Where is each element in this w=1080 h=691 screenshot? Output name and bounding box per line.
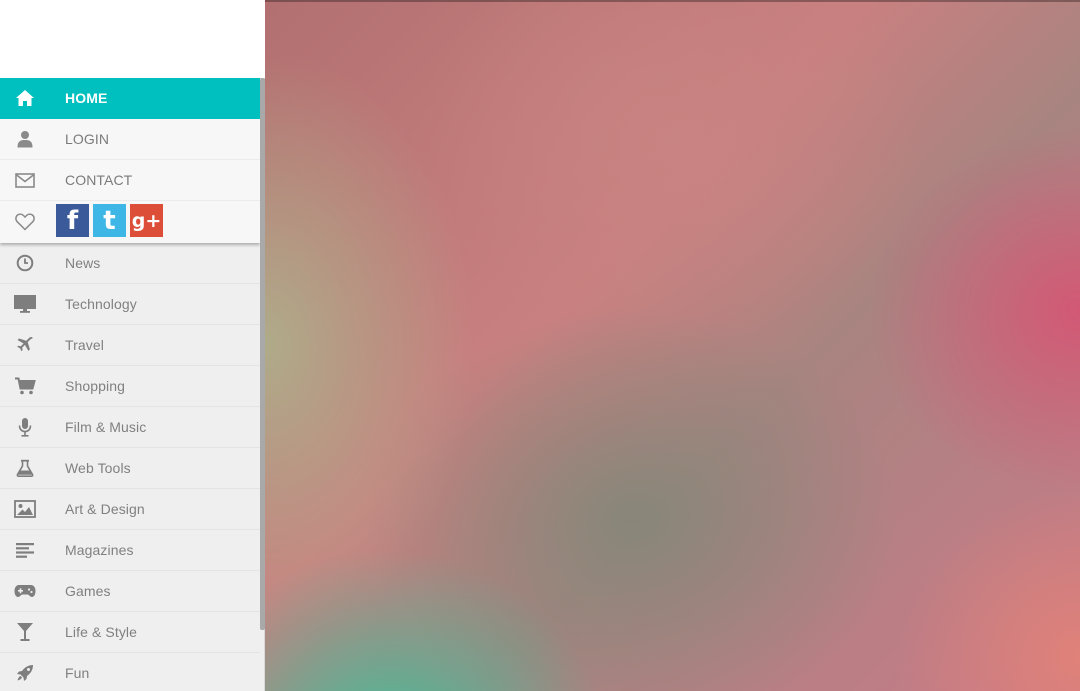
menu-item-contact[interactable]: CONTACT xyxy=(0,160,260,201)
social-links: f t g+ xyxy=(56,204,163,237)
menu-item-label: LOGIN xyxy=(65,131,110,147)
category-item-web-tools[interactable]: Web Tools xyxy=(0,448,260,489)
category-item-film-music[interactable]: Film & Music xyxy=(0,407,260,448)
category-item-magazines[interactable]: Magazines xyxy=(0,530,260,571)
sidebar: HOME LOGIN CONTACT f t g+ News Technolog… xyxy=(0,0,265,691)
category-menu: News Technology Travel Shopping Film & M… xyxy=(0,243,260,691)
heart-icon xyxy=(14,211,36,233)
microphone-icon xyxy=(14,416,36,438)
user-icon xyxy=(14,128,36,150)
category-label: Shopping xyxy=(65,378,125,394)
category-item-travel[interactable]: Travel xyxy=(0,325,260,366)
sidebar-scrollbar[interactable] xyxy=(260,78,265,630)
category-item-fun[interactable]: Fun xyxy=(0,653,260,691)
glass-icon xyxy=(14,621,36,643)
rocket-icon xyxy=(14,662,36,684)
googleplus-icon[interactable]: g+ xyxy=(130,204,163,237)
home-icon xyxy=(14,87,36,109)
menu-item-social: f t g+ xyxy=(0,201,260,242)
category-label: Film & Music xyxy=(65,419,147,435)
menu-item-login[interactable]: LOGIN xyxy=(0,119,260,160)
menu-item-label: CONTACT xyxy=(65,172,133,188)
category-item-technology[interactable]: Technology xyxy=(0,284,260,325)
category-item-news[interactable]: News xyxy=(0,243,260,284)
category-item-games[interactable]: Games xyxy=(0,571,260,612)
clock-icon xyxy=(14,252,36,274)
facebook-icon[interactable]: f xyxy=(56,204,89,237)
background-image xyxy=(265,0,1080,691)
align-left-icon xyxy=(14,539,36,561)
cart-icon xyxy=(14,375,36,397)
category-label: Life & Style xyxy=(65,624,138,640)
menu-item-home[interactable]: HOME xyxy=(0,78,260,119)
twitter-icon[interactable]: t xyxy=(93,204,126,237)
gamepad-icon xyxy=(14,580,36,602)
top-divider xyxy=(265,0,1080,2)
googleplus-glyph: g+ xyxy=(131,209,162,232)
category-item-art-design[interactable]: Art & Design xyxy=(0,489,260,530)
category-label: Fun xyxy=(65,665,90,681)
facebook-glyph: f xyxy=(66,205,79,236)
category-item-shopping[interactable]: Shopping xyxy=(0,366,260,407)
category-label: Travel xyxy=(65,337,104,353)
flask-icon xyxy=(14,457,36,479)
sidebar-header xyxy=(0,0,265,78)
category-label: Web Tools xyxy=(65,460,131,476)
category-label: Technology xyxy=(65,296,137,312)
envelope-icon xyxy=(14,169,36,191)
airplane-icon xyxy=(14,334,36,356)
category-label: Art & Design xyxy=(65,501,145,517)
menu-item-label: HOME xyxy=(65,90,108,106)
category-item-life-style[interactable]: Life & Style xyxy=(0,612,260,653)
image-icon xyxy=(14,498,36,520)
category-label: News xyxy=(65,255,101,271)
monitor-icon xyxy=(14,293,36,315)
category-label: Magazines xyxy=(65,542,134,558)
primary-menu: HOME LOGIN CONTACT f t g+ xyxy=(0,78,260,243)
category-label: Games xyxy=(65,583,111,599)
twitter-glyph: t xyxy=(103,205,116,236)
